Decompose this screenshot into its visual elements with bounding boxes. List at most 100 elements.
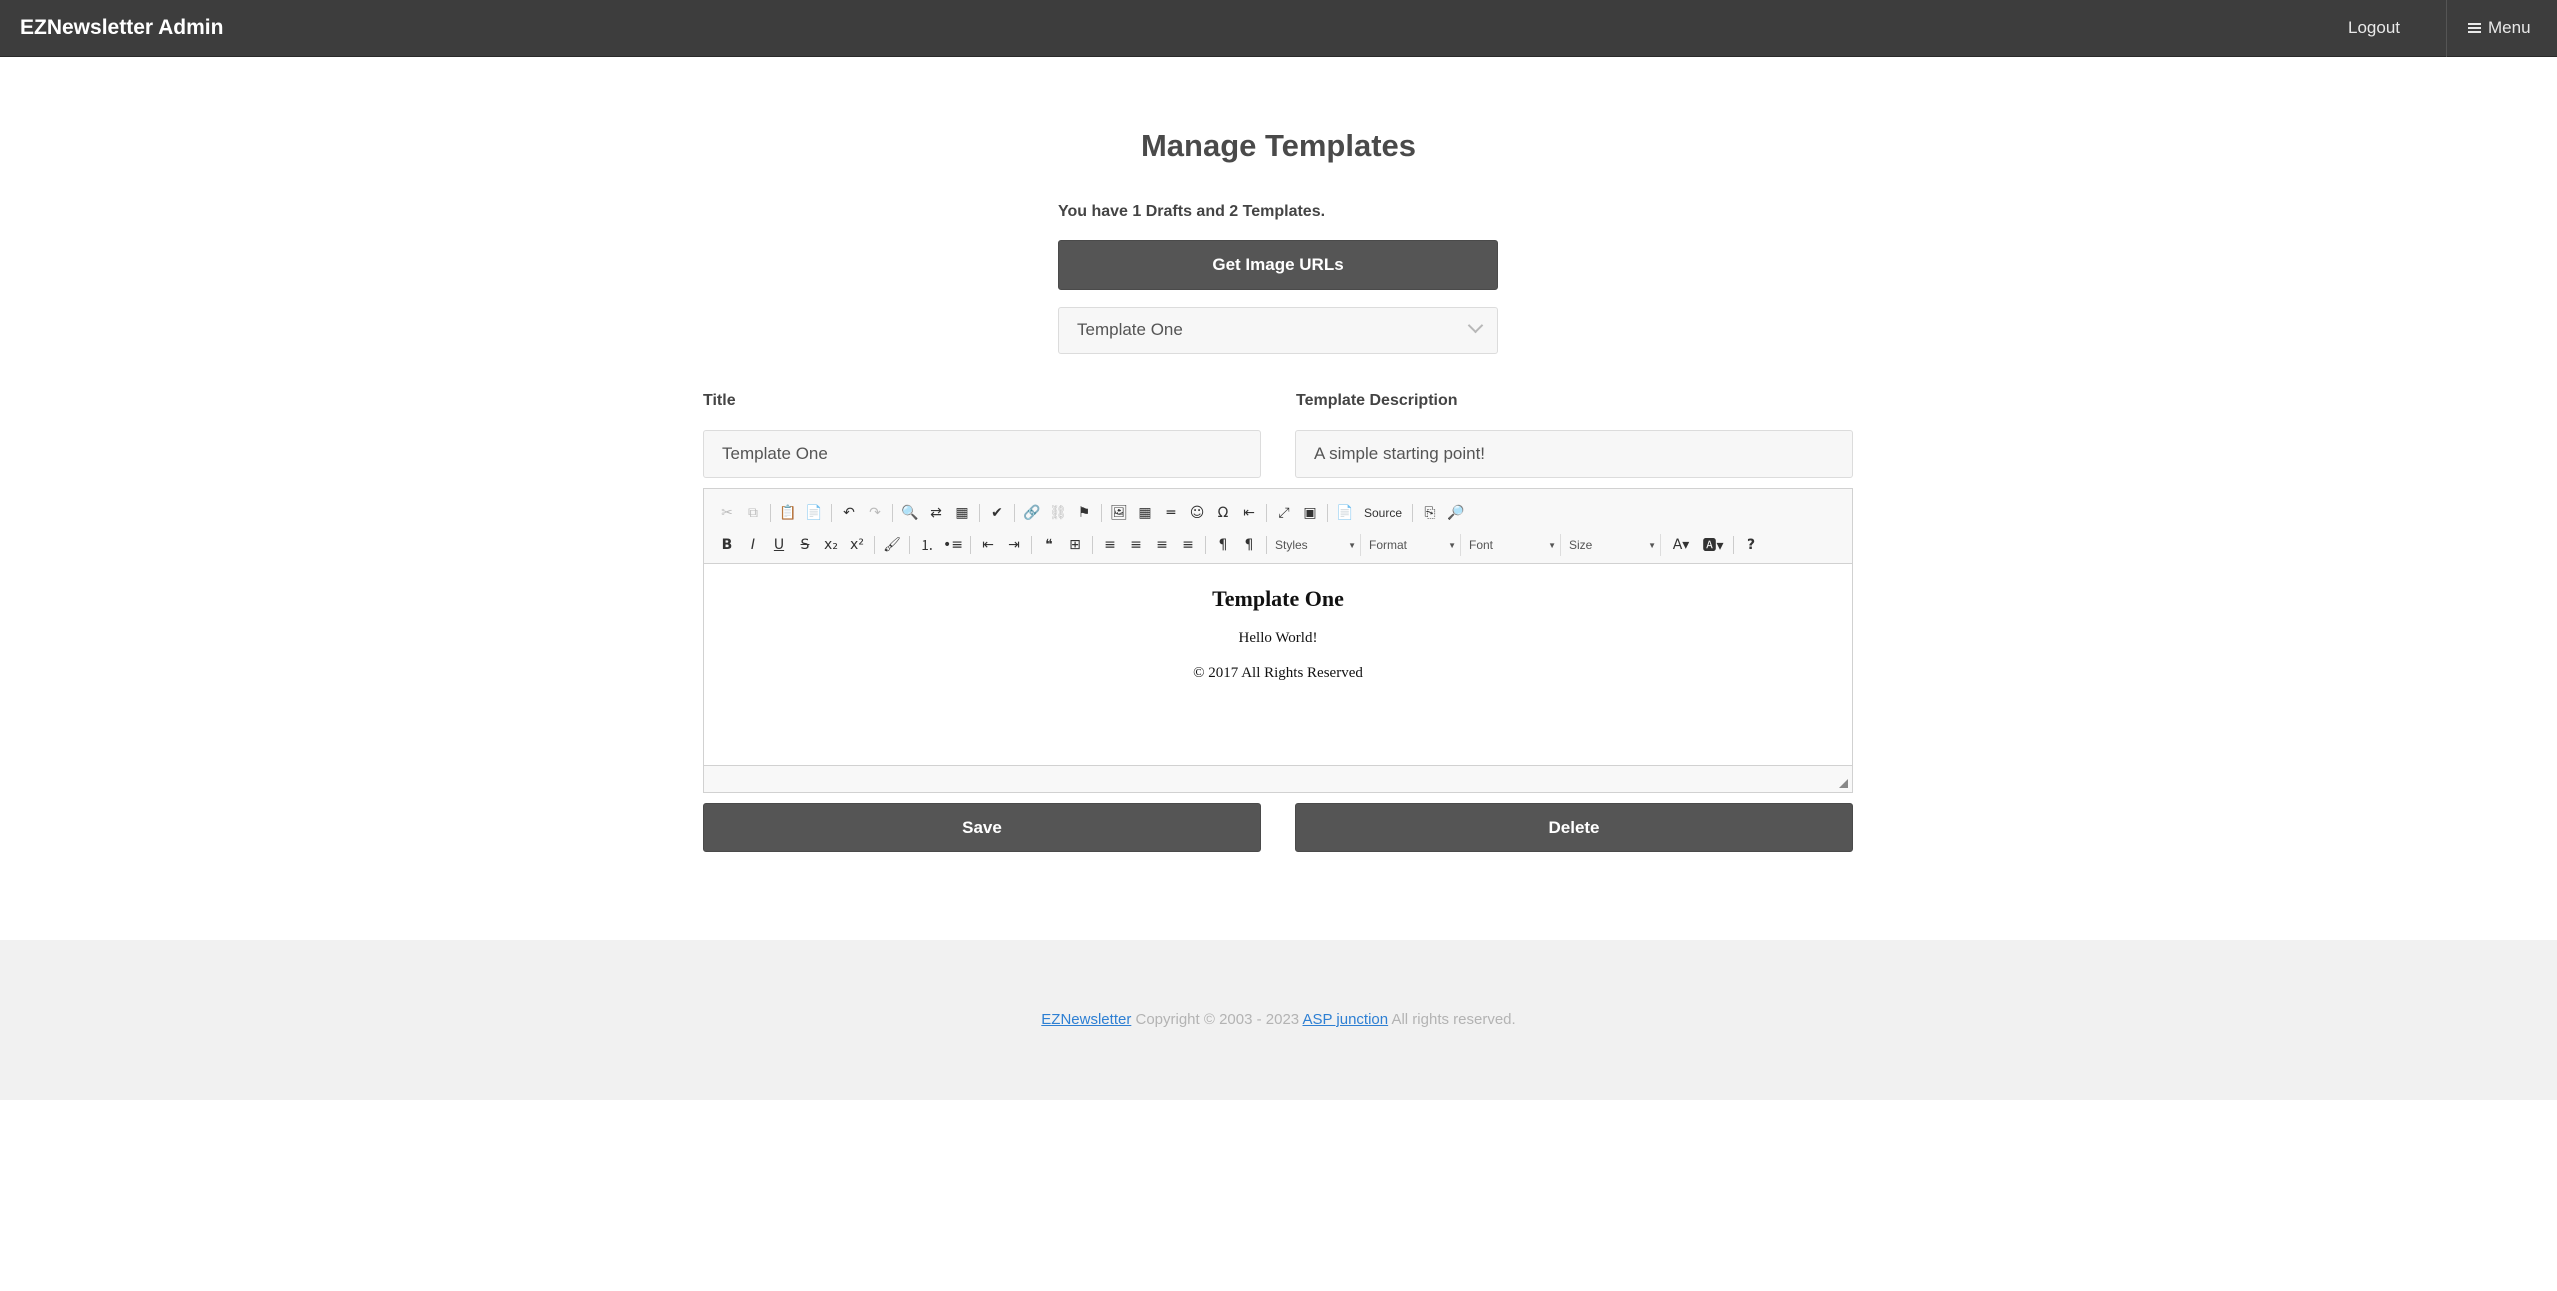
align-center-icon[interactable]: ≡ — [1123, 533, 1149, 557]
copy-icon[interactable]: ⧉ — [740, 501, 766, 525]
background-color-icon[interactable]: 🅰▾ — [1697, 533, 1729, 557]
brand-link[interactable]: EZNewsletter Admin — [20, 16, 223, 40]
superscript-icon[interactable]: x² — [844, 533, 870, 557]
preview-icon[interactable]: 🔎 — [1443, 501, 1469, 525]
remove-format-icon[interactable]: 🖌 — [879, 533, 905, 557]
numbered-list-icon[interactable]: ⒈ — [914, 533, 940, 557]
align-right-icon[interactable]: ≡ — [1149, 533, 1175, 557]
get-image-urls-button[interactable]: Get Image URLs — [1058, 240, 1498, 290]
cut-icon[interactable]: ✂ — [714, 501, 740, 525]
table-icon[interactable]: ▦ — [1132, 501, 1158, 525]
toolbar-separator — [1266, 504, 1267, 522]
help-icon[interactable]: ? — [1738, 533, 1764, 557]
save-button[interactable]: Save — [703, 803, 1261, 852]
hamburger-icon — [2468, 21, 2481, 35]
resize-handle-icon[interactable] — [1839, 779, 1848, 788]
ltr-icon[interactable]: ¶ — [1210, 533, 1236, 557]
horizontal-line-icon[interactable]: ═ — [1158, 501, 1184, 525]
spellcheck-icon[interactable]: ✔ — [984, 501, 1010, 525]
description-label: Template Description — [1296, 392, 1458, 409]
content-heading: Template One — [1212, 586, 1344, 611]
maximize-icon[interactable]: ⤢ — [1271, 501, 1297, 525]
paste-icon[interactable]: 📋 — [775, 501, 801, 525]
caret-down-icon: ▼ — [1448, 540, 1456, 550]
footer-text: EZNewsletter Copyright © 2003 - 2023 ASP… — [0, 1011, 2557, 1028]
toolbar-separator — [1412, 504, 1414, 522]
show-blocks-icon[interactable]: ▣ — [1297, 501, 1323, 525]
link-icon[interactable]: 🔗 — [1019, 501, 1045, 525]
styles-dropdown-label: Styles — [1275, 538, 1308, 552]
logout-link[interactable]: Logout — [2348, 18, 2400, 38]
redo-icon[interactable]: ↷ — [862, 501, 888, 525]
unlink-icon[interactable]: ⛓ — [1045, 501, 1071, 525]
toolbar-separator — [979, 504, 980, 522]
rich-text-editor: ✂ ⧉ 📋 📄 ↶ ↷ 🔍 ⇄ ▦ ✔ 🔗 ⛓ ⚑ 🖼 ▦ ═ ☺ Ω ⇤ ⤢ ▣ 📄 Source ⎘ 🔎 B I U Sx₂ x² 🖌… — [703, 488, 1853, 793]
toolbar-separator — [1014, 504, 1015, 522]
footer-copyright: Copyright © 2003 - 2023 — [1135, 1011, 1300, 1028]
bulleted-list-icon[interactable]: •≡ — [940, 533, 966, 557]
editor-content[interactable]: Template One Hello World! © 2017 All Rig… — [704, 565, 1852, 765]
source-label[interactable]: Source — [1358, 501, 1408, 525]
page-title: Manage Templates — [1140, 128, 1417, 163]
template-select[interactable]: Template One — [1058, 307, 1498, 354]
footer-company-link[interactable]: ASP junction — [1303, 1011, 1389, 1028]
paste-text-icon[interactable]: 📄 — [801, 501, 827, 525]
format-dropdown[interactable]: Format ▼ — [1365, 534, 1461, 556]
font-dropdown-label: Font — [1469, 538, 1494, 552]
template-select-value: Template One — [1077, 320, 1183, 339]
div-container-icon[interactable]: ⊞ — [1062, 533, 1088, 557]
toolbar-separator — [1092, 536, 1093, 554]
select-all-icon[interactable]: ▦ — [949, 501, 975, 525]
footer-rights: All rights reserved. — [1391, 1011, 1516, 1028]
rtl-icon[interactable]: ¶ — [1236, 533, 1262, 557]
strikethrough-icon[interactable]: S — [792, 533, 818, 557]
caret-down-icon: ▼ — [1648, 540, 1656, 550]
italic-icon[interactable]: I — [740, 533, 766, 557]
footer-brand-link[interactable]: EZNewsletter — [1041, 1011, 1131, 1028]
toolbar-row-2: B I U Sx₂ x² 🖌 ⒈ •≡ ⇤ ⇥ ❝ ⊞ ≡ ≡ ≡ ≡ ¶ ¶ Styles ▼ Format ▼ Font… — [714, 533, 1764, 557]
caret-down-icon: ▼ — [1348, 540, 1356, 550]
font-dropdown[interactable]: Font ▼ — [1465, 534, 1561, 556]
text-color-icon[interactable]: A▾ — [1665, 533, 1697, 557]
outdent-icon[interactable]: ⇤ — [975, 533, 1001, 557]
toolbar-separator — [831, 504, 832, 522]
caret-down-icon: ▼ — [1548, 540, 1556, 550]
description-input[interactable]: A simple starting point! — [1295, 430, 1853, 478]
format-dropdown-label: Format — [1369, 538, 1408, 552]
size-dropdown[interactable]: Size ▼ — [1565, 534, 1661, 556]
smiley-icon[interactable]: ☺ — [1184, 501, 1210, 525]
title-input[interactable]: Template One — [703, 430, 1261, 478]
replace-icon[interactable]: ⇄ — [923, 501, 949, 525]
anchor-icon[interactable]: ⚑ — [1071, 501, 1097, 525]
content-body: Hello World! — [1238, 630, 1318, 646]
toolbar-separator — [1101, 504, 1102, 522]
top-navbar: EZNewsletter Admin Logout Menu — [0, 0, 2557, 57]
page-break-icon[interactable]: ⇤ — [1236, 501, 1262, 525]
align-left-icon[interactable]: ≡ — [1097, 533, 1123, 557]
special-char-icon[interactable]: Ω — [1210, 501, 1236, 525]
footer: EZNewsletter Copyright © 2003 - 2023 ASP… — [0, 940, 2557, 1100]
justify-icon[interactable]: ≡ — [1175, 533, 1201, 557]
blockquote-icon[interactable]: ❝ — [1036, 533, 1062, 557]
title-label: Title — [703, 392, 736, 409]
editor-toolbar: ✂ ⧉ 📋 📄 ↶ ↷ 🔍 ⇄ ▦ ✔ 🔗 ⛓ ⚑ 🖼 ▦ ═ ☺ Ω ⇤ ⤢ ▣ 📄 Source ⎘ 🔎 B I U Sx₂ x² 🖌… — [704, 489, 1852, 564]
underline-icon[interactable]: U — [766, 533, 792, 557]
find-icon[interactable]: 🔍 — [897, 501, 923, 525]
chevron-down-icon — [1467, 317, 1484, 334]
nav-divider — [2446, 0, 2447, 57]
toolbar-separator — [1327, 504, 1328, 522]
toolbar-separator — [970, 536, 971, 554]
delete-button[interactable]: Delete — [1295, 803, 1853, 852]
toolbar-row-1: ✂ ⧉ 📋 📄 ↶ ↷ 🔍 ⇄ ▦ ✔ 🔗 ⛓ ⚑ 🖼 ▦ ═ ☺ Ω ⇤ ⤢ ▣ 📄 Source ⎘ 🔎 — [714, 501, 1469, 525]
toolbar-separator — [892, 504, 893, 522]
menu-button[interactable]: Menu — [2468, 18, 2531, 38]
undo-icon[interactable]: ↶ — [836, 501, 862, 525]
subscript-icon[interactable]: x₂ — [818, 533, 844, 557]
templates-icon[interactable]: ⎘ — [1417, 501, 1443, 525]
indent-icon[interactable]: ⇥ — [1001, 533, 1027, 557]
source-icon[interactable]: 📄 — [1332, 501, 1358, 525]
image-icon[interactable]: 🖼 — [1106, 501, 1132, 525]
toolbar-separator — [874, 536, 875, 554]
styles-dropdown[interactable]: Styles ▼ — [1271, 534, 1361, 556]
bold-icon[interactable]: B — [714, 533, 740, 557]
